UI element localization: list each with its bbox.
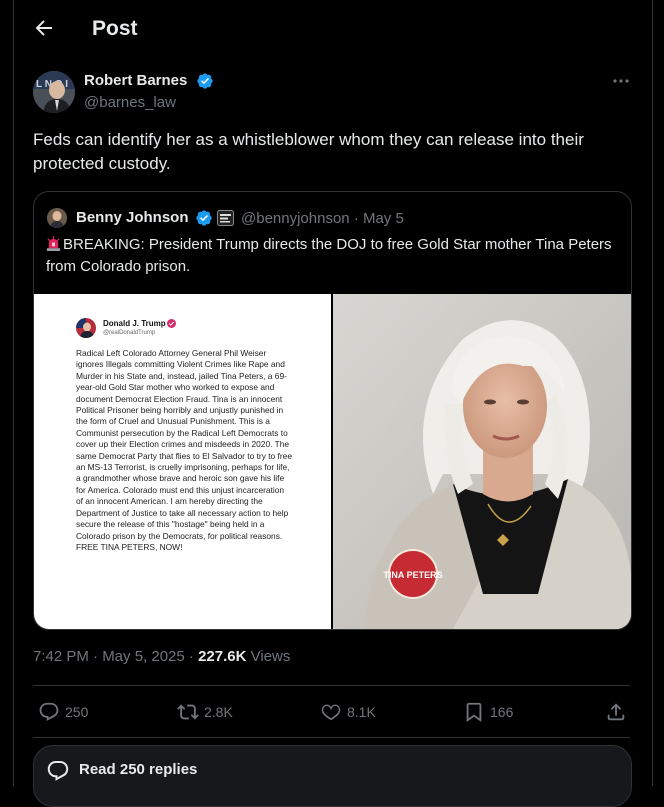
- woman-portrait-photo[interactable]: TINA PETERS: [333, 294, 631, 629]
- bookmark-count: 166: [490, 704, 514, 720]
- truth-author-name: Donald J. Trump: [103, 319, 166, 328]
- post-page: Post L N O I Robert Barnes @barnes_law F…: [0, 0, 664, 807]
- share-button[interactable]: [605, 700, 627, 724]
- quoted-author-name[interactable]: Benny Johnson: [76, 209, 189, 226]
- page-title: Post: [92, 17, 138, 40]
- author-name[interactable]: Robert Barnes: [84, 72, 187, 89]
- bookmark-icon: [466, 702, 482, 723]
- quoted-post-text-content: BREAKING: President Trump directs the DO…: [46, 236, 612, 275]
- post-timestamp[interactable]: 7:42 PM · May 5, 2025 ·: [33, 648, 198, 665]
- reply-icon: [39, 702, 59, 721]
- truth-author-handle: @realDonaldTrump: [103, 330, 156, 336]
- truth-verified-icon: [167, 319, 176, 328]
- siren-emoji-icon: [46, 236, 61, 251]
- quoted-author-avatar[interactable]: [47, 208, 67, 228]
- quoted-post-card[interactable]: Benny Johnson @bennyjohnson · May 5 BREA…: [33, 191, 632, 630]
- column-border-right: [652, 0, 653, 786]
- divider: [33, 685, 630, 686]
- repost-count: 2.8K: [204, 704, 233, 720]
- author-handle[interactable]: @barnes_law: [84, 94, 176, 111]
- author-avatar[interactable]: L N O I: [33, 71, 75, 113]
- repost-icon: [177, 704, 199, 720]
- post-timestamp-views: 7:42 PM · May 5, 2025 · 227.6K Views: [33, 648, 290, 665]
- truth-avatar: [76, 318, 96, 338]
- like-count: 8.1K: [347, 704, 376, 720]
- column-border-left: [13, 0, 14, 786]
- more-options-icon[interactable]: [610, 72, 632, 90]
- share-icon: [607, 703, 625, 721]
- like-button[interactable]: 8.1K: [320, 700, 376, 724]
- views-count: 227.6K: [198, 648, 247, 665]
- quoted-post-text: BREAKING: President Trump directs the DO…: [46, 234, 621, 278]
- affiliation-badge-icon: [217, 210, 234, 226]
- truth-post-image[interactable]: Donald J. Trump @realDonaldTrump Radical…: [34, 294, 331, 629]
- tweet-text: Feds can identify her as a whistleblower…: [33, 130, 584, 173]
- bookmark-button[interactable]: 166: [463, 700, 513, 724]
- truth-post-body: Radical Left Colorado Attorney General P…: [76, 348, 292, 552]
- divider: [33, 737, 630, 738]
- quoted-handle-date[interactable]: @bennyjohnson · May 5: [241, 210, 404, 227]
- read-replies-label: Read 250 replies: [79, 761, 198, 778]
- heart-icon: [321, 704, 341, 721]
- photo-button-text: TINA PETERS: [383, 570, 442, 580]
- chat-bubble-icon: [47, 761, 69, 781]
- repost-button[interactable]: 2.8K: [177, 700, 233, 724]
- views-label: Views: [246, 648, 291, 665]
- reply-button[interactable]: 250: [38, 700, 88, 724]
- reply-count: 250: [65, 704, 89, 720]
- verified-badge-icon: [197, 73, 213, 89]
- quoted-verified-badge-icon: [196, 210, 212, 226]
- page-header: Post: [14, 0, 652, 60]
- read-replies-button[interactable]: Read 250 replies: [33, 745, 632, 807]
- back-arrow-icon[interactable]: [32, 16, 56, 40]
